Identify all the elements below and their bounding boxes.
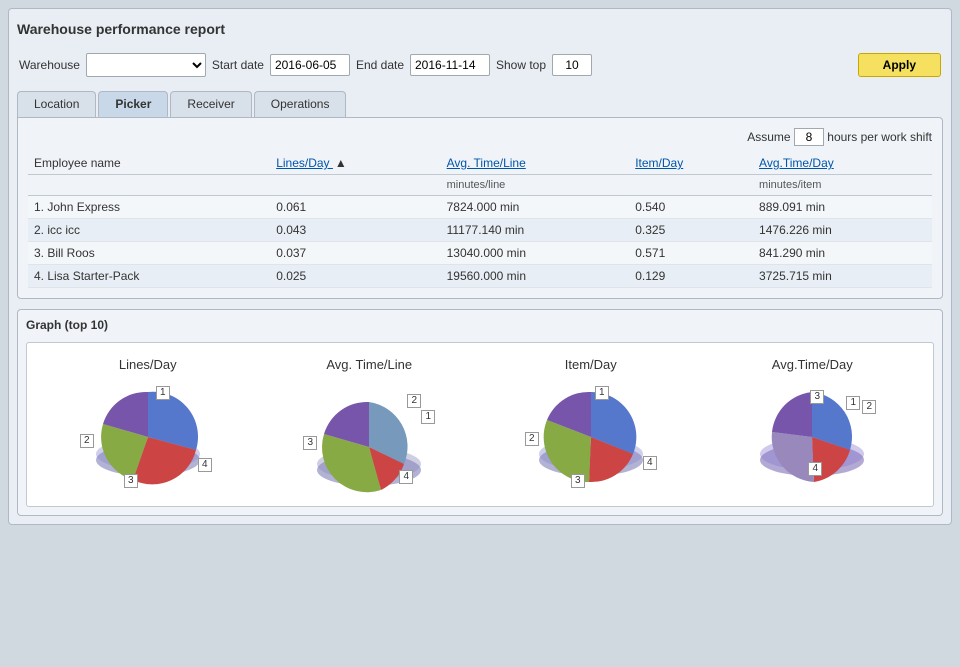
sort-arrow-icon: ▲ [335,156,347,170]
start-date-label: Start date [212,58,264,72]
pie-lines-day: 1 2 3 4 [78,382,218,492]
col-employee-name: Employee name [28,152,270,175]
pie-label-1: 1 [595,386,609,400]
cell-avg-time-line: 19560.000 min [441,265,630,288]
table-row: 1. John Express 0.061 7824.000 min 0.540… [28,196,932,219]
chart-item-day-title: Item/Day [565,357,617,372]
cell-name: 3. Bill Roos [28,242,270,265]
pie-item-day: 1 2 3 4 [521,382,661,492]
pie-avg-time-line: 2 1 3 4 [299,382,439,492]
pie-label-4: 4 [198,458,212,472]
cell-avg-time-line: 13040.000 min [441,242,630,265]
chart-lines-day: Lines/Day [48,357,248,492]
show-top-input[interactable] [552,54,592,76]
cell-item-day: 0.540 [629,196,753,219]
chart-avg-time-line: Avg. Time/Line [269,357,469,492]
pie-label-3: 3 [124,474,138,488]
tab-picker[interactable]: Picker [98,91,168,117]
cell-avg-time-line: 11177.140 min [441,219,630,242]
show-top-label: Show top [496,58,546,72]
warehouse-select[interactable] [86,53,206,77]
pie-label-2: 2 [525,432,539,446]
col-lines-day[interactable]: Lines/Day ▲ [270,152,440,175]
table-row: 2. icc icc 0.043 11177.140 min 0.325 147… [28,219,932,242]
assume-label: Assume [747,130,790,144]
chart-lines-day-title: Lines/Day [119,357,177,372]
pie-label-4: 4 [808,462,822,476]
cell-name: 2. icc icc [28,219,270,242]
start-date-input[interactable] [270,54,350,76]
filter-bar: Warehouse Start date End date Show top A… [17,49,943,81]
pie-label-1: 1 [156,386,170,400]
tab-receiver[interactable]: Receiver [170,91,251,117]
graph-inner: Lines/Day [26,342,934,507]
pie-label-3: 3 [571,474,585,488]
pie-label-1: 1 [846,396,860,410]
charts-row: Lines/Day [37,357,923,492]
chart-item-day: Item/Day [491,357,691,492]
end-date-label: End date [356,58,404,72]
col-avg-time-line[interactable]: Avg. Time/Line [441,152,630,175]
assume-row: Assume hours per work shift [28,128,932,146]
chart-avg-time-day: Avg.Time/Day [712,357,912,492]
pie-label-2: 2 [80,434,94,448]
col-sub-avg-time-day: minutes/item [753,175,932,196]
cell-avg-time-day: 3725.715 min [753,265,932,288]
col-sub-lines [270,175,440,196]
chart-avg-time-day-title: Avg.Time/Day [772,357,853,372]
tab-operations[interactable]: Operations [254,91,347,117]
data-table: Employee name Lines/Day ▲ Avg. Time/Line… [28,152,932,288]
assume-suffix: hours per work shift [827,130,932,144]
col-avg-time-day[interactable]: Avg.Time/Day [753,152,932,175]
pie-label-3: 3 [810,390,824,404]
cell-lines-day: 0.037 [270,242,440,265]
pie-label-2: 2 [407,394,421,408]
end-date-input[interactable] [410,54,490,76]
cell-lines-day: 0.025 [270,265,440,288]
pie-label-1: 1 [421,410,435,424]
col-item-day[interactable]: Item/Day [629,152,753,175]
cell-avg-time-day: 841.290 min [753,242,932,265]
col-sub-avg-time-line: minutes/line [441,175,630,196]
cell-avg-time-day: 889.091 min [753,196,932,219]
cell-item-day: 0.571 [629,242,753,265]
apply-button[interactable]: Apply [858,53,941,77]
pie-label-4: 4 [399,470,413,484]
table-row: 3. Bill Roos 0.037 13040.000 min 0.571 8… [28,242,932,265]
cell-lines-day: 0.043 [270,219,440,242]
table-row: 4. Lisa Starter-Pack 0.025 19560.000 min… [28,265,932,288]
graph-panel: Graph (top 10) Lines/Day [17,309,943,516]
chart-avg-time-line-title: Avg. Time/Line [326,357,412,372]
graph-title: Graph (top 10) [26,318,934,332]
cell-lines-day: 0.061 [270,196,440,219]
cell-name: 1. John Express [28,196,270,219]
tab-location[interactable]: Location [17,91,96,117]
tabs-container: Location Picker Receiver Operations [17,91,943,117]
page-title: Warehouse performance report [17,17,943,41]
pie-label-2: 2 [862,400,876,414]
col-sub-item [629,175,753,196]
cell-avg-time-line: 7824.000 min [441,196,630,219]
pie-avg-time-day: 3 2 1 4 [742,382,882,492]
warehouse-label: Warehouse [19,58,80,72]
cell-avg-time-day: 1476.226 min [753,219,932,242]
cell-item-day: 0.129 [629,265,753,288]
main-container: Warehouse performance report Warehouse S… [8,8,952,525]
content-panel: Assume hours per work shift Employee nam… [17,117,943,299]
pie-label-4: 4 [643,456,657,470]
cell-item-day: 0.325 [629,219,753,242]
assume-hours-input[interactable] [794,128,824,146]
pie-label-3: 3 [303,436,317,450]
col-sub-name [28,175,270,196]
cell-name: 4. Lisa Starter-Pack [28,265,270,288]
